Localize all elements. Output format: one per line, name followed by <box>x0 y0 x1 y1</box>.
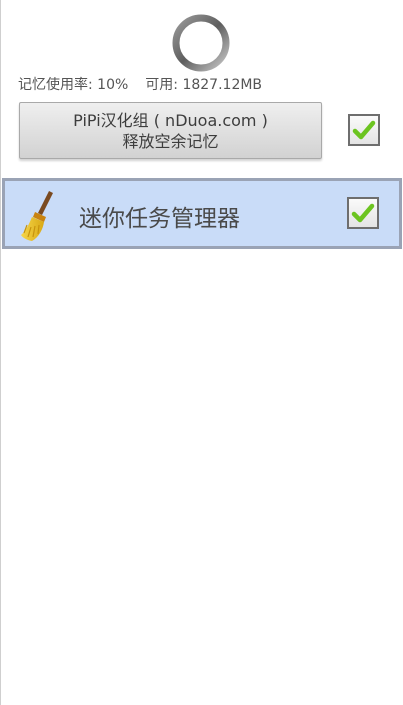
memory-available-text: 可用: 1827.12MB <box>145 77 263 93</box>
memory-usage-text: 记忆使用率: 10% <box>18 77 129 93</box>
memory-status: 记忆使用率: 10% 可用: 1827.12MB <box>18 74 262 94</box>
left-edge-divider <box>0 0 1 705</box>
check-icon <box>352 120 376 140</box>
task-list-item[interactable]: 迷你任务管理器 <box>2 178 402 249</box>
task-name: 迷你任务管理器 <box>79 206 240 232</box>
free-button-line2: 释放空余记忆 <box>122 131 219 151</box>
check-icon <box>351 203 375 223</box>
task-checkbox[interactable] <box>347 197 379 229</box>
select-all-checkbox[interactable] <box>348 114 380 146</box>
loading-spinner-icon <box>172 14 230 72</box>
free-button-line1: PiPi汉化组 ( nDuoa.com ) <box>73 110 268 130</box>
free-memory-button[interactable]: PiPi汉化组 ( nDuoa.com ) 释放空余记忆 <box>19 102 322 159</box>
broom-icon <box>21 191 53 241</box>
